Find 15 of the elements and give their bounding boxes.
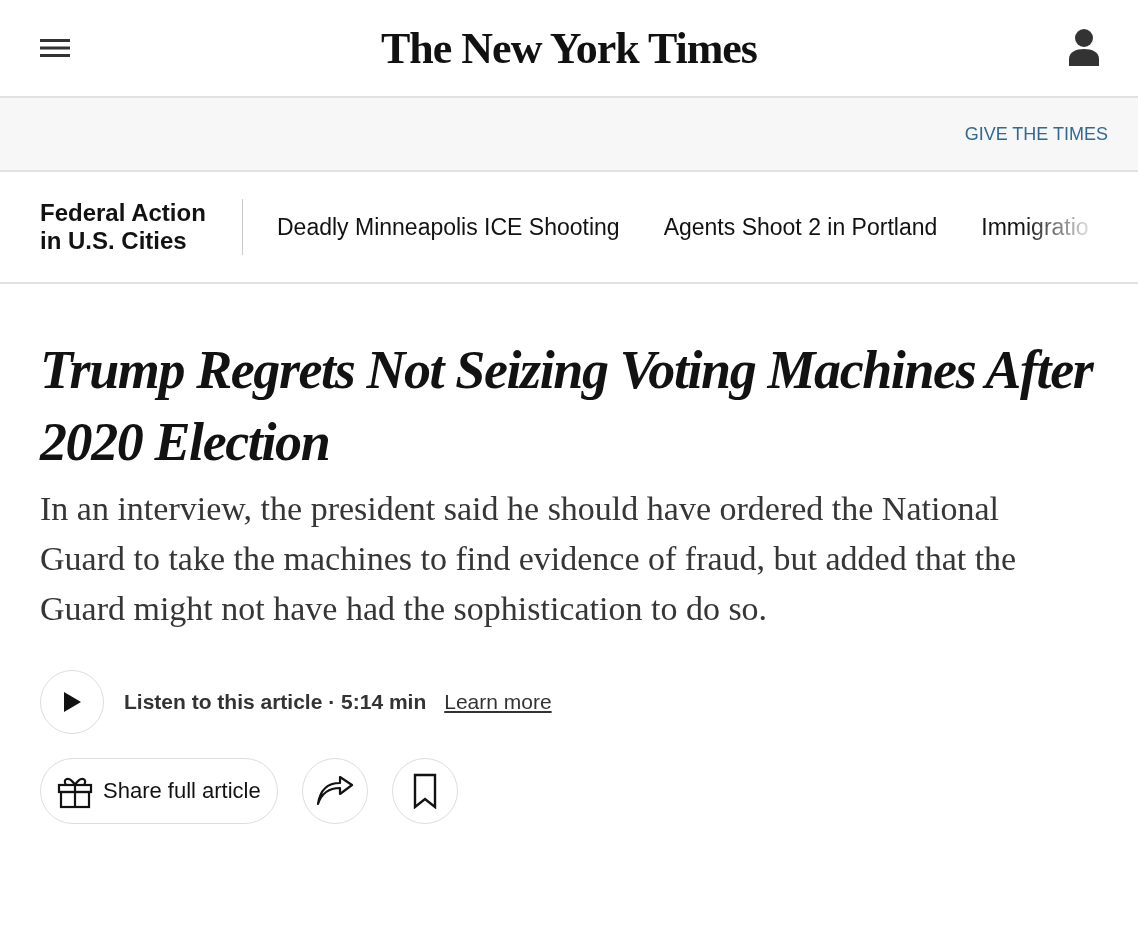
share-arrow-icon: [315, 776, 354, 806]
audio-label: Listen to this article · 5:14 min: [124, 690, 427, 714]
share-full-article-button[interactable]: Share full article: [40, 758, 278, 824]
headline: Trump Regrets Not Seizing Voting Machines After 2020 Election: [40, 339, 1095, 474]
site-logo[interactable]: The New York Times: [381, 22, 757, 74]
topic-title: Federal Action in U.S. Cities: [40, 199, 243, 255]
learn-more-link[interactable]: Learn more: [444, 690, 552, 714]
menu-icon[interactable]: [40, 37, 70, 59]
account-icon[interactable]: [1068, 28, 1100, 68]
topic-link[interactable]: Agents Shoot 2 in Portland: [663, 213, 938, 241]
summary: In an interview, the president said he should have ordered the National Guard to take the machines to find evidence of fraud, but added that the Guard might not have had the sophistication to do so.: [40, 489, 1018, 629]
bookmark-icon: [412, 773, 437, 809]
give-link[interactable]: GIVE THE TIMES: [964, 123, 1108, 145]
topic-link[interactable]: Deadly Minneapolis ICE Shooting: [277, 213, 620, 241]
play-icon: [62, 691, 82, 713]
